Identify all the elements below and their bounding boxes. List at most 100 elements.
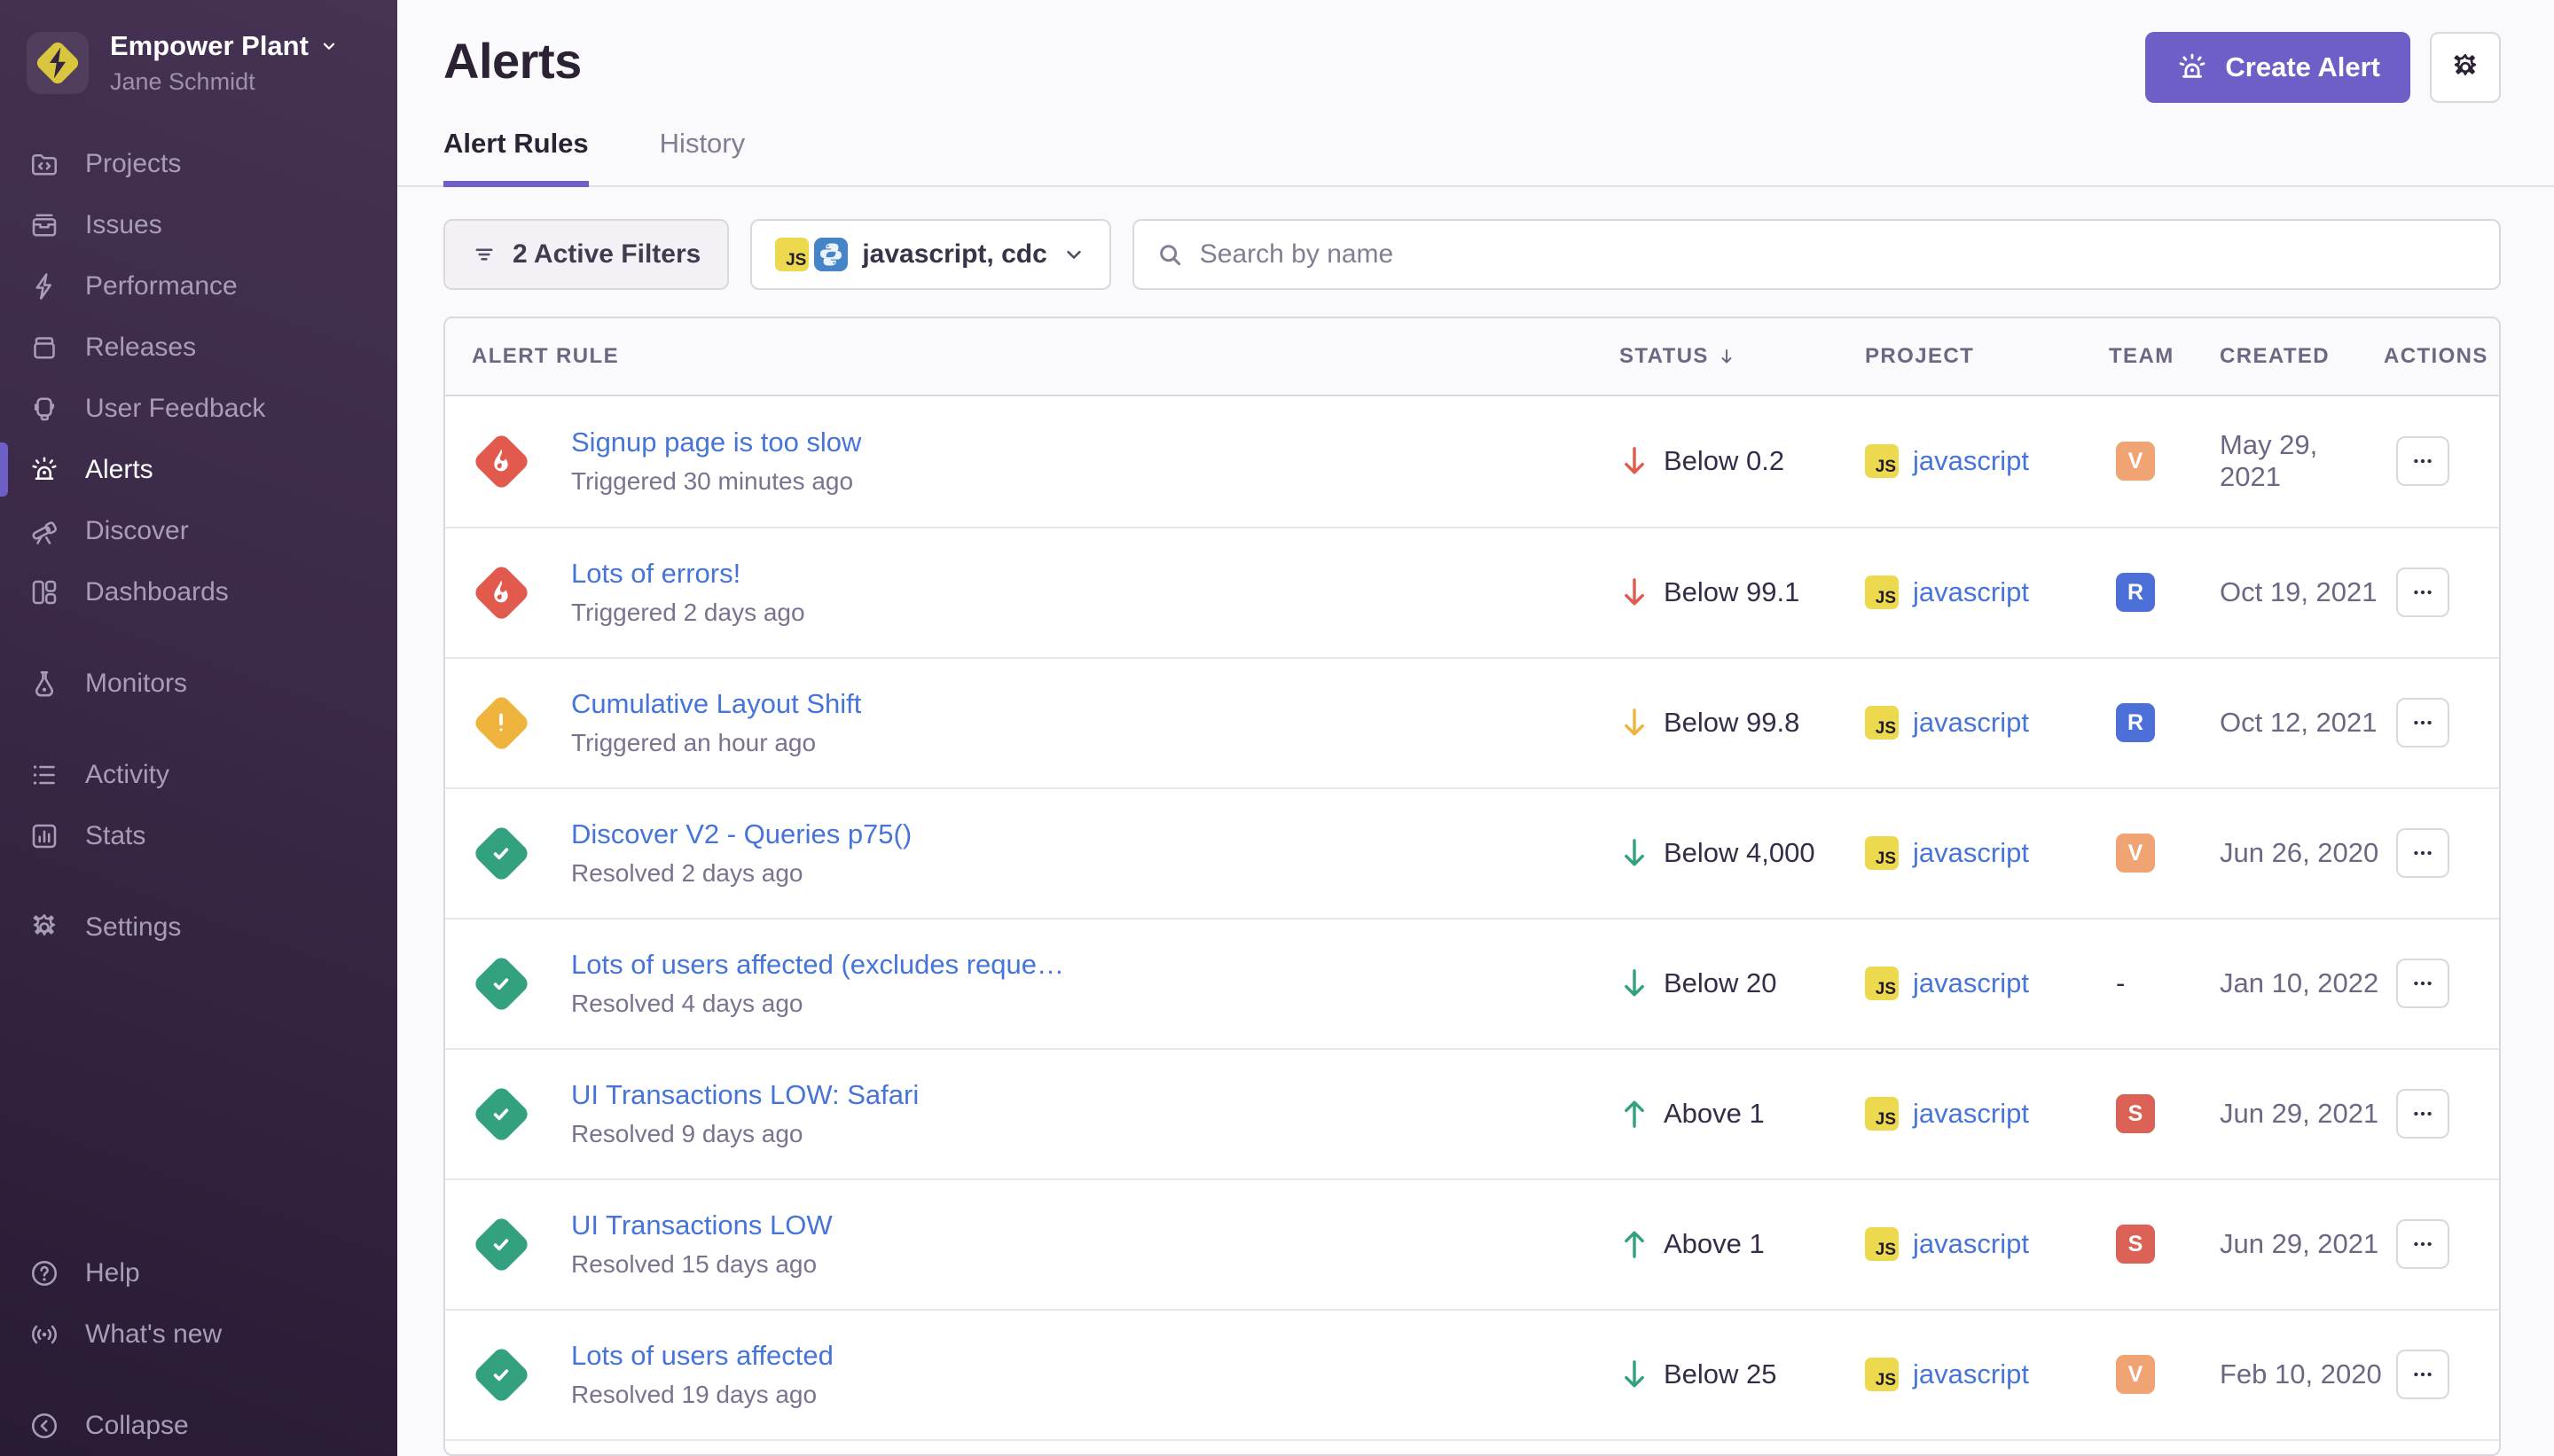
- row-actions-button[interactable]: [2396, 436, 2449, 486]
- sidebar-item-label: Settings: [85, 912, 181, 943]
- alert-severity-icon: [472, 432, 530, 490]
- project-cell: JS javascript: [1865, 706, 2109, 740]
- sidebar-item-releases[interactable]: Releases: [0, 317, 397, 378]
- sidebar-item-collapse[interactable]: Collapse: [0, 1395, 397, 1456]
- javascript-platform-icon: JS: [1865, 444, 1899, 478]
- user-feedback-icon: [28, 393, 60, 425]
- team-cell: S: [2109, 1094, 2220, 1133]
- javascript-platform-icon: JS: [775, 238, 809, 271]
- row-actions-button[interactable]: [2396, 1219, 2449, 1269]
- sidebar-item-label: Monitors: [85, 669, 187, 699]
- sidebar-item-label: Issues: [85, 210, 162, 240]
- sidebar-item-activity[interactable]: Activity: [0, 744, 397, 805]
- active-filters-button[interactable]: 2 Active Filters: [443, 219, 729, 290]
- search-input[interactable]: [1200, 239, 2478, 270]
- column-header-created: Created: [2220, 344, 2384, 369]
- javascript-platform-icon: JS: [1865, 1358, 1899, 1391]
- trend-arrow-icon: [1619, 1097, 1649, 1131]
- alert-severity-icon: [472, 1215, 530, 1273]
- sidebar-item-settings[interactable]: Settings: [0, 896, 397, 958]
- row-actions-button[interactable]: [2396, 568, 2449, 617]
- status-cell: Above 1: [1619, 1097, 1865, 1131]
- org-switcher[interactable]: Empower Plant Jane Schmidt: [0, 0, 397, 122]
- project-link[interactable]: javascript: [1913, 445, 2029, 477]
- sidebar-item-label: Discover: [85, 516, 189, 546]
- created-date: Jun 29, 2021: [2220, 1098, 2384, 1130]
- column-header-team: Team: [2109, 344, 2220, 369]
- javascript-platform-icon: JS: [1865, 1227, 1899, 1261]
- project-cell: JS javascript: [1865, 1227, 2109, 1261]
- alert-rule-link[interactable]: Lots of errors!: [571, 558, 805, 590]
- stats-icon: [28, 820, 60, 852]
- page-title: Alerts: [443, 32, 582, 90]
- row-actions-button[interactable]: [2396, 828, 2449, 878]
- row-actions-button[interactable]: [2396, 959, 2449, 1008]
- status-cell: Below 25: [1619, 1358, 1865, 1391]
- sidebar-item-help[interactable]: Help: [0, 1242, 397, 1303]
- sidebar-item-stats[interactable]: Stats: [0, 805, 397, 866]
- sidebar-item-label: Stats: [85, 821, 145, 851]
- sidebar-item-monitors[interactable]: Monitors: [0, 653, 397, 714]
- alert-rule-subtitle: Resolved 9 days ago: [571, 1120, 919, 1148]
- sidebar-item-issues[interactable]: Issues: [0, 194, 397, 255]
- alert-rule-subtitle: Resolved 19 days ago: [571, 1381, 834, 1409]
- siren-icon: [2175, 51, 2209, 84]
- created-date: Feb 10, 2020: [2220, 1358, 2384, 1390]
- sidebar-item-projects[interactable]: Projects: [0, 133, 397, 194]
- alert-rule-link[interactable]: Lots of users affected (excludes reque…: [571, 949, 1064, 981]
- alert-rule-subtitle: Resolved 15 days ago: [571, 1250, 833, 1279]
- row-actions-button[interactable]: [2396, 698, 2449, 748]
- issues-icon: [28, 209, 60, 241]
- monitors-icon: [28, 668, 60, 700]
- column-header-status[interactable]: Status: [1619, 344, 1865, 369]
- alert-settings-button[interactable]: [2430, 32, 2501, 103]
- tab-history[interactable]: History: [660, 128, 745, 187]
- status-value: Below 99.1: [1664, 576, 1799, 608]
- alert-rule-link[interactable]: Lots of users affected: [571, 1340, 834, 1372]
- settings-icon: [28, 912, 60, 943]
- project-link[interactable]: javascript: [1913, 1098, 2029, 1130]
- trend-arrow-icon: [1619, 706, 1649, 740]
- project-link[interactable]: javascript: [1913, 707, 2029, 739]
- alert-severity-icon: [472, 824, 530, 882]
- tab-alert-rules[interactable]: Alert Rules: [443, 128, 589, 187]
- alert-rule-subtitle: Triggered an hour ago: [571, 729, 861, 757]
- row-actions-button[interactable]: [2396, 1350, 2449, 1399]
- trend-arrow-icon: [1619, 444, 1649, 478]
- team-cell: S: [2109, 1225, 2220, 1264]
- project-link[interactable]: javascript: [1913, 967, 2029, 999]
- status-value: Below 0.2: [1664, 445, 1784, 477]
- sidebar-item-dashboards[interactable]: Dashboards: [0, 561, 397, 622]
- project-link[interactable]: javascript: [1913, 576, 2029, 608]
- alert-rule-link[interactable]: Signup page is too slow: [571, 427, 861, 458]
- sidebar-item-user-feedback[interactable]: User Feedback: [0, 378, 397, 439]
- sidebar-item-label: User Feedback: [85, 394, 265, 424]
- row-actions-button[interactable]: [2396, 1089, 2449, 1139]
- sidebar-item-alerts[interactable]: Alerts: [0, 439, 397, 500]
- alert-rule-subtitle: Triggered 30 minutes ago: [571, 467, 861, 496]
- collapse-icon: [28, 1410, 60, 1442]
- sidebar-item-performance[interactable]: Performance: [0, 255, 397, 317]
- team-cell: R: [2109, 573, 2220, 612]
- team-empty: -: [2116, 967, 2125, 998]
- project-link[interactable]: javascript: [1913, 837, 2029, 869]
- project-selector-dropdown[interactable]: JS javascript, cdc: [750, 219, 1110, 290]
- alert-rule-link[interactable]: Cumulative Layout Shift: [571, 688, 861, 720]
- sidebar-item-discover[interactable]: Discover: [0, 500, 397, 561]
- project-cell: JS javascript: [1865, 836, 2109, 870]
- alert-severity-icon: [472, 1084, 530, 1143]
- gear-icon: [2449, 51, 2481, 83]
- status-cell: Below 20: [1619, 967, 1865, 1000]
- alert-rule-link[interactable]: UI Transactions LOW: Safari: [571, 1079, 919, 1111]
- search-icon: [1156, 240, 1184, 269]
- alert-rule-link[interactable]: Discover V2 - Queries p75(): [571, 818, 912, 850]
- project-link[interactable]: javascript: [1913, 1358, 2029, 1390]
- project-link[interactable]: javascript: [1913, 1228, 2029, 1260]
- javascript-platform-icon: JS: [1865, 836, 1899, 870]
- create-alert-button[interactable]: Create Alert: [2145, 32, 2410, 103]
- table-row: Lots of users affected Resolved 19 days …: [445, 1309, 2499, 1439]
- sidebar-item-what-s-new[interactable]: What's new: [0, 1303, 397, 1365]
- javascript-platform-icon: JS: [1865, 1097, 1899, 1131]
- status-value: Above 1: [1664, 1098, 1765, 1130]
- alert-rule-link[interactable]: UI Transactions LOW: [571, 1209, 833, 1241]
